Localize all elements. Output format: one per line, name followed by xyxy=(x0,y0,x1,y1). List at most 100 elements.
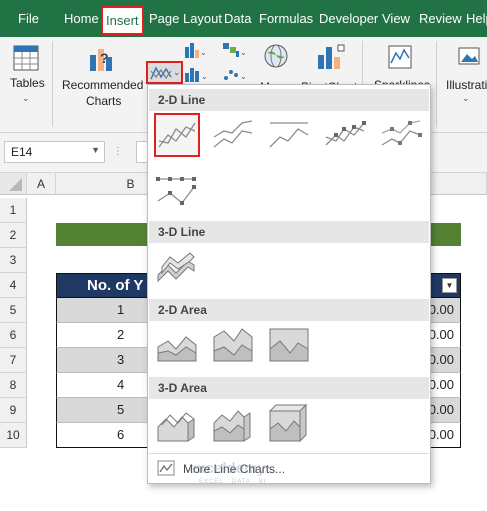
3d-stacked-area-thumbnail-icon xyxy=(213,410,251,442)
area-chart-option[interactable] xyxy=(154,323,200,367)
tab-file[interactable]: File xyxy=(18,11,39,26)
100-stacked-area-chart-option[interactable] xyxy=(266,323,312,367)
row-header-1[interactable]: 1 xyxy=(0,198,27,223)
sparkline-icon xyxy=(388,45,412,69)
svg-text:⌄: ⌄ xyxy=(240,72,247,81)
chevron-down-icon: ⌄ xyxy=(173,67,181,77)
row-number-cell: 4 xyxy=(117,377,125,392)
row-number-cell: 2 xyxy=(117,327,125,342)
row-value-cell: 0.00 xyxy=(428,302,454,317)
name-box[interactable]: E14 ▼ xyxy=(4,141,105,163)
row-value-cell: 0.00 xyxy=(428,327,454,342)
tab-data[interactable]: Data xyxy=(224,11,251,26)
hierarchy-chart-icon[interactable]: ⌄ xyxy=(222,41,248,59)
row-number-cell: 6 xyxy=(117,427,125,442)
row-header-3[interactable]: 3 xyxy=(0,248,27,273)
stacked-line-markers-option[interactable] xyxy=(378,113,424,157)
100-stacked-line-markers-thumbnail-icon xyxy=(156,177,196,205)
illustrations-label: Illustrations xyxy=(446,78,487,92)
ribbon-divider xyxy=(436,41,437,127)
row-value-cell: 0.00 xyxy=(428,352,454,367)
stacked-line-chart-option[interactable] xyxy=(210,113,256,157)
illustrations-button[interactable]: Illustrations ⌄ xyxy=(440,37,487,133)
row-header-2[interactable]: 2 xyxy=(0,223,27,248)
tab-developer[interactable]: Developer xyxy=(319,11,378,26)
tab-help[interactable]: Help xyxy=(466,11,487,26)
line-chart-small-icon xyxy=(157,460,175,476)
filter-dropdown-icon[interactable]: ▼ xyxy=(442,278,457,293)
line-chart-dropdown-button[interactable]: ⌄ xyxy=(146,61,183,84)
tab-page-layout[interactable]: Page Layout xyxy=(149,11,222,26)
tables-label: Tables xyxy=(10,76,45,90)
line-chart-gallery: 2-D Line 3-D Line 2-D Area 3-D Area More… xyxy=(147,84,431,485)
recommended-charts-button[interactable]: ? Recommended Charts xyxy=(58,37,146,133)
100-stacked-line-chart-option[interactable] xyxy=(266,113,312,157)
3d-stacked-area-chart-option[interactable] xyxy=(210,401,256,445)
select-all-corner[interactable] xyxy=(0,173,27,195)
more-options-icon: ⋮ xyxy=(113,146,123,157)
3d-line-thumbnail-icon xyxy=(157,252,195,283)
gallery-divider xyxy=(149,453,429,454)
3d-area-thumbnail-icon xyxy=(157,412,195,442)
svg-text:⌄: ⌄ xyxy=(240,48,247,57)
row-header-8[interactable]: 8 xyxy=(0,373,27,398)
illustrations-icon xyxy=(458,47,480,65)
svg-text:⌄: ⌄ xyxy=(201,72,208,81)
3d-100-stacked-area-thumbnail-icon xyxy=(268,403,308,443)
line-chart-option[interactable] xyxy=(154,113,200,157)
table-icon xyxy=(13,45,39,71)
row-number-cell: 1 xyxy=(117,302,125,317)
row-header-4[interactable]: 4 xyxy=(0,273,27,298)
scatter-chart-icon[interactable]: ⌄ xyxy=(222,65,248,83)
globe-icon xyxy=(264,44,288,68)
stacked-area-thumbnail-icon xyxy=(213,328,253,362)
area-thumbnail-icon xyxy=(157,336,197,362)
tab-review[interactable]: Review xyxy=(419,11,462,26)
section-header-2d-area: 2-D Area xyxy=(149,299,429,321)
tab-formulas[interactable]: Formulas xyxy=(259,11,313,26)
ribbon-divider xyxy=(52,41,53,127)
pivotchart-icon xyxy=(318,44,345,69)
row-value-cell: 0.00 xyxy=(428,402,454,417)
row-value-cell: 0.00 xyxy=(428,427,454,442)
column-chart-icon[interactable]: ⌄ xyxy=(184,41,206,59)
row-header-7[interactable]: 7 xyxy=(0,348,27,373)
stacked-line-thumbnail-icon xyxy=(213,120,253,148)
100-stacked-line-markers-option[interactable] xyxy=(154,169,200,213)
row-header-5[interactable]: 5 xyxy=(0,298,27,323)
chevron-down-icon: ▼ xyxy=(91,145,100,155)
row-header-10[interactable]: 10 xyxy=(0,423,27,448)
section-header-3d-area: 3-D Area xyxy=(149,377,429,399)
excel-window: File Home Insert Page Layout Data Formul… xyxy=(0,0,487,511)
ribbon-tab-bar: File Home Insert Page Layout Data Formul… xyxy=(0,0,487,37)
section-header-3d-line: 3-D Line xyxy=(149,221,429,243)
3d-area-chart-option[interactable] xyxy=(154,401,200,445)
recommended-charts-icon: ? xyxy=(90,49,112,71)
tab-view[interactable]: View xyxy=(382,11,410,26)
watermark-logo-text: exceldemy xyxy=(189,460,266,477)
100-stacked-line-thumbnail-icon xyxy=(269,122,309,148)
chevron-down-icon: ⌄ xyxy=(22,93,30,103)
row-header-6[interactable]: 6 xyxy=(0,323,27,348)
column-header-a[interactable]: A xyxy=(27,173,56,195)
section-header-2d-line: 2-D Line xyxy=(149,89,429,111)
more-line-charts-link[interactable]: More Line Charts... exceldemy EXCEL · DA… xyxy=(149,455,429,485)
line-with-markers-option[interactable] xyxy=(322,113,368,157)
stacked-area-chart-option[interactable] xyxy=(210,323,256,367)
tables-button[interactable]: Tables ⌄ xyxy=(0,37,52,133)
row-header-9[interactable]: 9 xyxy=(0,398,27,423)
select-all-triangle-icon xyxy=(9,178,22,191)
stacked-line-markers-thumbnail-icon xyxy=(381,120,422,146)
recommended-charts-label-line2: Charts xyxy=(86,94,122,108)
line-chart-icon xyxy=(150,66,172,80)
3d-100-stacked-area-chart-option[interactable] xyxy=(266,401,312,445)
tab-insert[interactable]: Insert xyxy=(101,6,144,35)
row-number-cell: 3 xyxy=(117,352,125,367)
row-number-cell: 5 xyxy=(117,402,125,417)
tab-home[interactable]: Home xyxy=(64,11,99,26)
100-stacked-area-thumbnail-icon xyxy=(269,328,309,362)
chevron-down-icon: ⌄ xyxy=(462,93,470,103)
statistic-chart-icon[interactable]: ⌄ xyxy=(184,65,208,83)
3d-line-chart-option[interactable] xyxy=(154,245,200,289)
line-chart-thumbnail-icon xyxy=(158,122,196,148)
